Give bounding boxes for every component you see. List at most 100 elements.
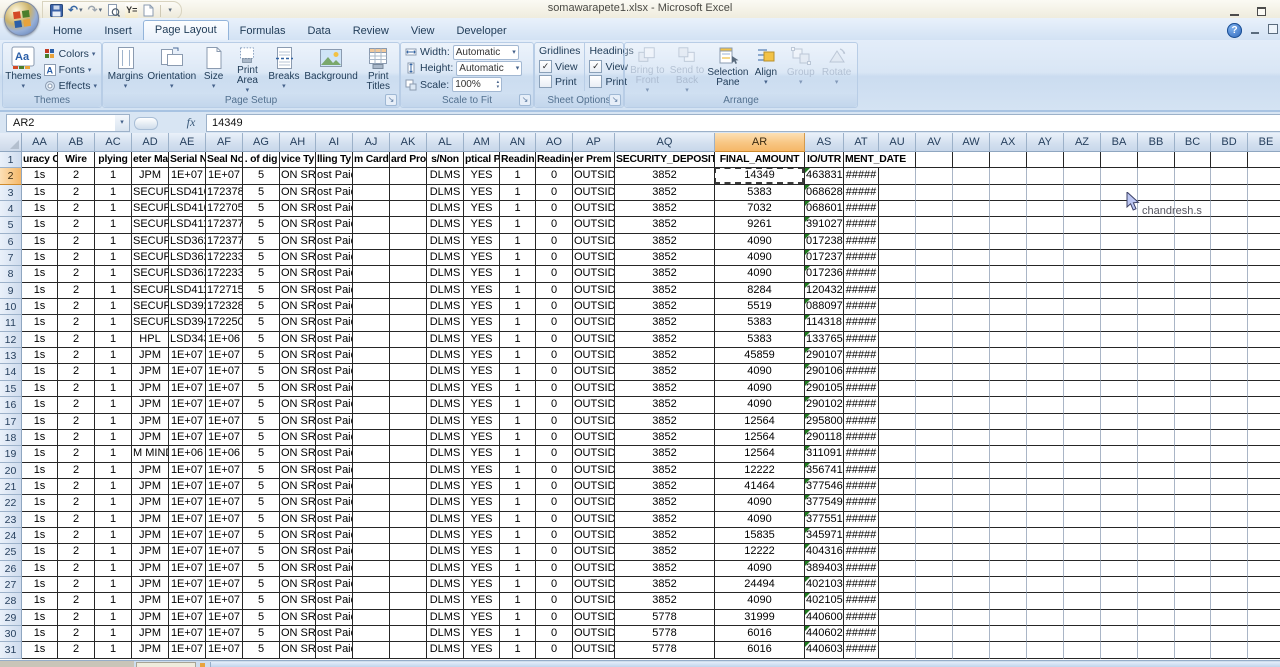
cell-AS19[interactable]: 311091 — [805, 446, 844, 462]
cell-AB13[interactable]: 2 — [58, 348, 95, 364]
cell-BE19[interactable] — [1248, 446, 1280, 462]
cell-AK28[interactable] — [390, 593, 427, 609]
cell-AC2[interactable]: 1 — [95, 168, 132, 184]
cell-AT16[interactable]: ##### — [844, 397, 879, 413]
themes-button[interactable]: Aa Themes ▾ — [5, 44, 42, 96]
cell-AT1[interactable]: MENT_DATE — [844, 152, 879, 168]
cell-AZ22[interactable] — [1064, 495, 1101, 511]
cell-AX27[interactable] — [990, 577, 1027, 593]
cell-AU2[interactable] — [879, 168, 916, 184]
cell-AT22[interactable]: ##### — [844, 495, 879, 511]
cell-AE7[interactable]: LSD362 — [169, 250, 206, 266]
cell-BD17[interactable] — [1211, 414, 1248, 430]
cell-BB31[interactable] — [1138, 642, 1175, 658]
cell-AE25[interactable]: 1E+07 — [169, 544, 206, 560]
cell-AC23[interactable]: 1 — [95, 512, 132, 528]
cell-AS2[interactable]: 463831 — [805, 168, 844, 184]
cell-AN24[interactable]: 1 — [500, 528, 536, 544]
cell-AL6[interactable]: DLMS — [427, 234, 464, 250]
cell-BE7[interactable] — [1248, 250, 1280, 266]
cell-AG1[interactable]: . of dig — [243, 152, 280, 168]
print-preview-button[interactable] — [106, 3, 121, 18]
cell-AC5[interactable]: 1 — [95, 217, 132, 233]
tab-page-layout[interactable]: Page Layout — [143, 20, 229, 40]
cell-AT5[interactable]: ##### — [844, 217, 879, 233]
column-header-AN[interactable]: AN — [500, 133, 536, 152]
cell-AN4[interactable]: 1 — [500, 201, 536, 217]
cell-BE4[interactable] — [1248, 201, 1280, 217]
cell-BE11[interactable] — [1248, 315, 1280, 331]
cell-AN8[interactable]: 1 — [500, 266, 536, 282]
row-header-9[interactable]: 9 — [0, 283, 22, 299]
cell-AO18[interactable]: 0 — [536, 430, 573, 446]
cell-AN27[interactable]: 1 — [500, 577, 536, 593]
cell-BD4[interactable] — [1211, 201, 1248, 217]
column-header-BB[interactable]: BB — [1138, 133, 1175, 152]
column-header-AU[interactable]: AU — [879, 133, 916, 152]
cell-AX5[interactable] — [990, 217, 1027, 233]
cell-AZ15[interactable] — [1064, 381, 1101, 397]
cell-BE25[interactable] — [1248, 544, 1280, 560]
cell-AC7[interactable]: 1 — [95, 250, 132, 266]
cell-AB1[interactable]: Wire — [58, 152, 95, 168]
cell-AU10[interactable] — [879, 299, 916, 315]
cell-BB28[interactable] — [1138, 593, 1175, 609]
cell-AH2[interactable]: ON SRP — [280, 168, 316, 184]
cell-AF27[interactable]: 1E+07 — [206, 577, 243, 593]
cell-AO11[interactable]: 0 — [536, 315, 573, 331]
cell-AA27[interactable]: 1s — [22, 577, 58, 593]
cell-AQ4[interactable]: 3852 — [615, 201, 715, 217]
cell-AW19[interactable] — [953, 446, 990, 462]
cell-BA10[interactable] — [1101, 299, 1138, 315]
cell-AV3[interactable] — [916, 185, 953, 201]
cell-AJ14[interactable] — [353, 364, 390, 380]
cell-AR27[interactable]: 24494 — [715, 577, 805, 593]
cell-AC14[interactable]: 1 — [95, 364, 132, 380]
sheet-tab[interactable] — [136, 662, 196, 667]
row-header-17[interactable]: 17 — [0, 414, 22, 430]
cell-AD14[interactable]: JPM — [132, 364, 169, 380]
cell-AI6[interactable]: ost Paid — [316, 234, 353, 250]
cell-AU12[interactable] — [879, 332, 916, 348]
cell-BC16[interactable] — [1175, 397, 1211, 413]
cell-AZ21[interactable] — [1064, 479, 1101, 495]
column-header-AJ[interactable]: AJ — [353, 133, 390, 152]
cell-AF10[interactable]: 172328 — [206, 299, 243, 315]
cell-AX3[interactable] — [990, 185, 1027, 201]
cell-AK22[interactable] — [390, 495, 427, 511]
cell-AK20[interactable] — [390, 463, 427, 479]
cell-AV2[interactable] — [916, 168, 953, 184]
cell-AQ8[interactable]: 3852 — [615, 266, 715, 282]
row-header-21[interactable]: 21 — [0, 479, 22, 495]
margins-button[interactable]: Margins▾ — [106, 44, 145, 96]
cell-BC19[interactable] — [1175, 446, 1211, 462]
cell-AV5[interactable] — [916, 217, 953, 233]
cell-AV25[interactable] — [916, 544, 953, 560]
cell-AO26[interactable]: 0 — [536, 561, 573, 577]
cell-AV6[interactable] — [916, 234, 953, 250]
cell-AW27[interactable] — [953, 577, 990, 593]
cell-AH29[interactable]: ON SRP — [280, 610, 316, 626]
cell-BE28[interactable] — [1248, 593, 1280, 609]
cell-AR21[interactable]: 41464 — [715, 479, 805, 495]
cell-BC28[interactable] — [1175, 593, 1211, 609]
cell-AA11[interactable]: 1s — [22, 315, 58, 331]
cell-AU15[interactable] — [879, 381, 916, 397]
cell-AP8[interactable]: OUTSIDI — [573, 266, 615, 282]
cell-BB17[interactable] — [1138, 414, 1175, 430]
cell-AK31[interactable] — [390, 642, 427, 658]
insert-worksheet-icon[interactable] — [200, 663, 205, 667]
tab-view[interactable]: View — [400, 21, 446, 40]
cell-AU30[interactable] — [879, 626, 916, 642]
cell-AA19[interactable]: 1s — [22, 446, 58, 462]
cell-AS11[interactable]: 114318 — [805, 315, 844, 331]
cell-AV9[interactable] — [916, 283, 953, 299]
cell-AV19[interactable] — [916, 446, 953, 462]
column-header-AY[interactable]: AY — [1027, 133, 1064, 152]
cell-AY28[interactable] — [1027, 593, 1064, 609]
column-header-AR[interactable]: AR — [715, 133, 805, 152]
cell-AT6[interactable]: ##### — [844, 234, 879, 250]
cell-AH10[interactable]: ON SRP — [280, 299, 316, 315]
cell-AD11[interactable]: SECURE — [132, 315, 169, 331]
cell-AL14[interactable]: DLMS — [427, 364, 464, 380]
